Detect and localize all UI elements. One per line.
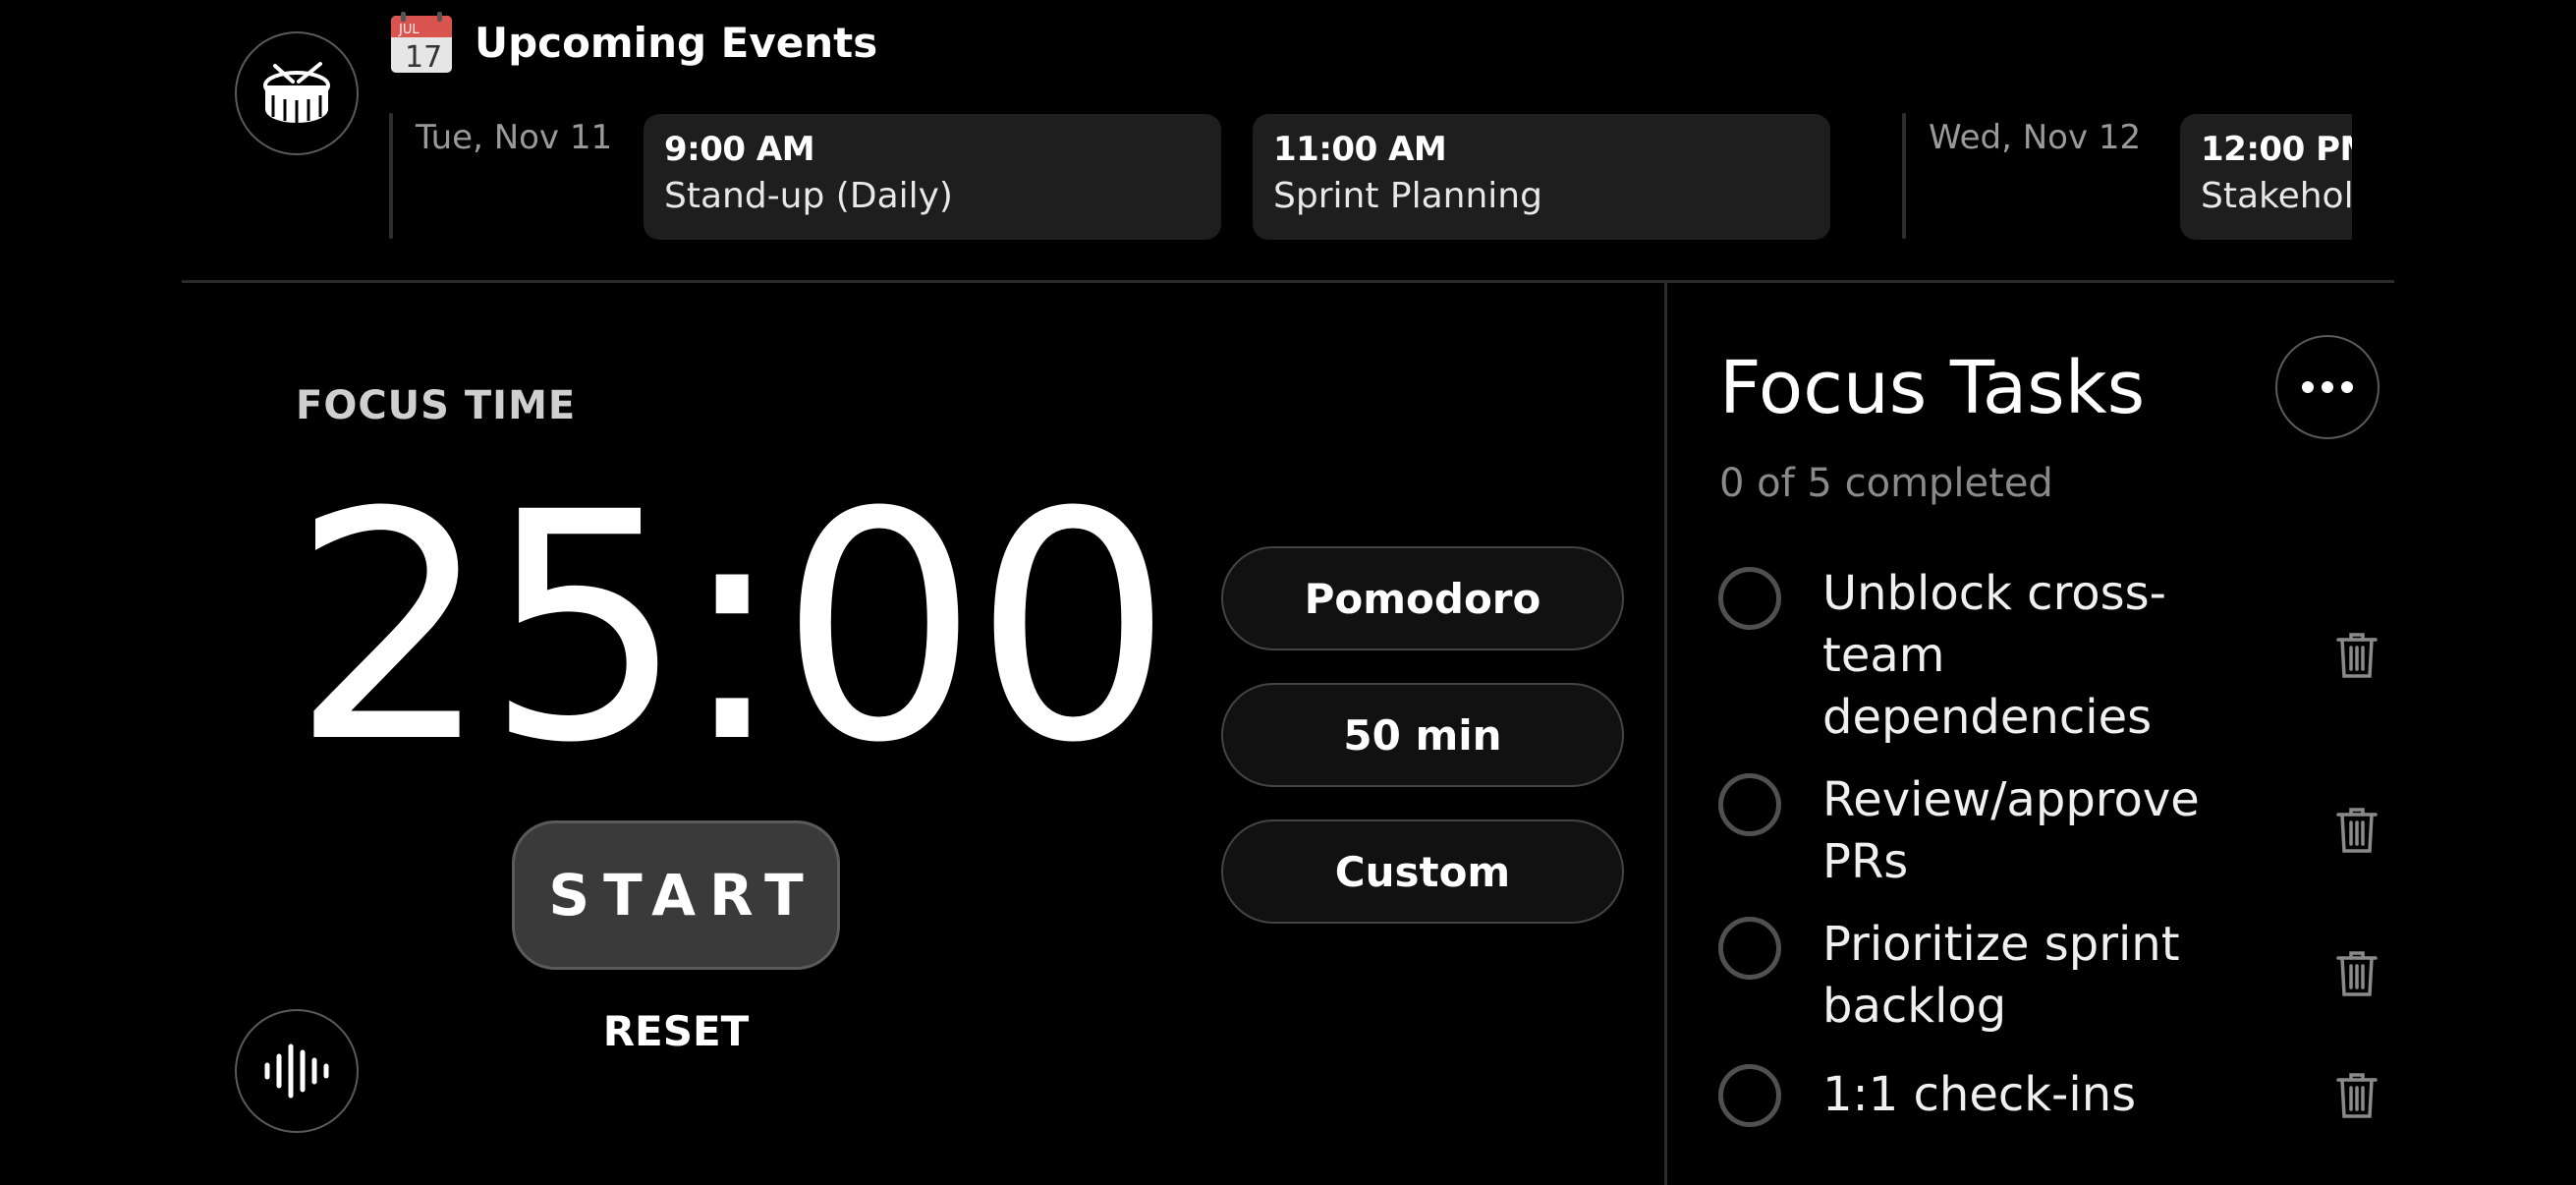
event-card-sprint-planning[interactable]: 11:00 AM Sprint Planning	[1253, 114, 1830, 240]
event-title: Sprint Planning	[1273, 176, 1542, 216]
task-label: Review/approve PRs	[1822, 772, 2200, 889]
drum-icon	[263, 62, 330, 123]
event-time: 9:00 AM	[664, 130, 815, 169]
trash-icon	[2336, 951, 2378, 996]
day-label: Wed, Nov 12	[1929, 118, 2142, 157]
timer-display: 25:00	[291, 446, 1173, 812]
more-button[interactable]	[2275, 335, 2380, 439]
day-divider	[389, 113, 393, 239]
svg-text:JUL: JUL	[398, 23, 420, 37]
task-label: Prioritize sprint backlog	[1822, 917, 2180, 1034]
task-checkbox[interactable]	[1718, 1064, 1781, 1127]
more-horizontal-icon	[2302, 381, 2353, 393]
event-title: Stakeholder	[2201, 176, 2352, 216]
event-card-standup[interactable]: 9:00 AM Stand-up (Daily)	[644, 114, 1221, 240]
reset-button[interactable]: RESET	[550, 1002, 802, 1061]
event-title: Stand-up (Daily)	[664, 176, 953, 216]
task-checkbox[interactable]	[1718, 567, 1781, 630]
svg-text:17: 17	[405, 40, 442, 75]
delete-task-button[interactable]	[2336, 950, 2378, 997]
focus-time-label: FOCUS TIME	[296, 383, 577, 428]
soundwave-icon	[264, 1044, 329, 1099]
trash-icon	[2336, 633, 2378, 678]
delete-task-button[interactable]	[2336, 632, 2378, 679]
task-label: 1:1 check-ins	[1822, 1067, 2137, 1122]
calendar-icon: JUL 17	[389, 12, 454, 75]
drum-button[interactable]	[235, 31, 359, 155]
task-label: Unblock cross-team dependencies	[1822, 566, 2166, 745]
task-checkbox[interactable]	[1718, 773, 1781, 836]
mode-custom-button[interactable]: Custom	[1221, 819, 1624, 924]
horizontal-divider	[182, 280, 2394, 283]
upcoming-events-title: Upcoming Events	[475, 19, 878, 67]
day-label: Tue, Nov 11	[416, 118, 613, 157]
event-time: 12:00 PM	[2201, 130, 2352, 169]
event-time: 11:00 AM	[1273, 130, 1447, 169]
event-card-stakeholder[interactable]: 12:00 PM Stakeholder	[2180, 114, 2352, 240]
trash-icon	[2336, 808, 2378, 853]
start-button[interactable]: START	[512, 820, 840, 970]
task-checkbox[interactable]	[1718, 917, 1781, 980]
vertical-divider	[1664, 283, 1667, 1185]
trash-icon	[2336, 1073, 2378, 1118]
delete-task-button[interactable]	[2336, 1072, 2378, 1119]
focus-tasks-title: Focus Tasks	[1719, 346, 2146, 430]
mode-50min-button[interactable]: 50 min	[1221, 683, 1624, 787]
completed-count: 0 of 5 completed	[1719, 461, 2053, 506]
delete-task-button[interactable]	[2336, 807, 2378, 854]
day-divider	[1902, 113, 1906, 239]
mode-pomodoro-button[interactable]: Pomodoro	[1221, 546, 1624, 650]
soundwave-button[interactable]	[235, 1009, 359, 1133]
